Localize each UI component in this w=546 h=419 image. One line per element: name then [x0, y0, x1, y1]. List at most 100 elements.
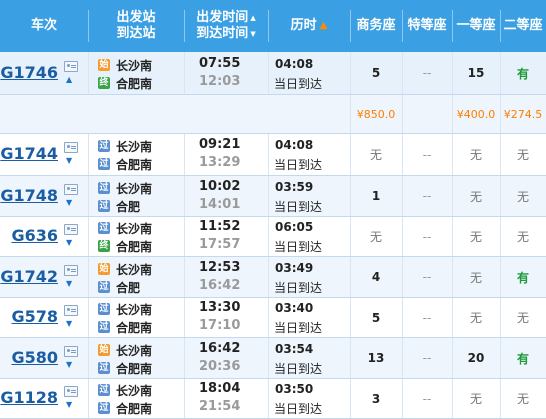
duration: 06:05 [275, 220, 314, 234]
same-day-arrival: 当日到达 [274, 361, 323, 376]
train-number-link[interactable]: G1744 [0, 144, 58, 163]
departure-station[interactable]: 长沙南 [116, 180, 152, 197]
duration: 04:08 [275, 56, 314, 71]
origin-tag-badge: 过 [98, 140, 110, 152]
header-time-sort[interactable]: 出发时间 ▲ 到达时间 ▼ [184, 0, 268, 52]
origin-tag-badge: 过 [98, 222, 110, 234]
seat-second[interactable]: 有 [500, 338, 546, 378]
train-row[interactable]: G636 ▼ 过长沙南终合肥南 11:52 17:57 06:05 当日到达无 -- 无无 [0, 217, 546, 257]
arrival-station[interactable]: 合肥南 [116, 75, 152, 92]
arrival-station[interactable]: 合肥南 [116, 360, 152, 377]
seat-business[interactable]: 无 [350, 134, 402, 175]
seat-first[interactable]: 20 [452, 338, 500, 378]
departure-time: 16:42 [199, 340, 241, 356]
same-day-arrival: 当日到达 [274, 199, 323, 214]
destination-tag-badge: 过 [98, 321, 110, 333]
seat-premium[interactable]: -- [402, 338, 452, 378]
arrival-time: 17:57 [199, 237, 241, 252]
arrival-time: 17:10 [199, 318, 241, 333]
seat-premium[interactable]: -- [402, 298, 452, 337]
sort-desc-icon[interactable]: ▼ [250, 30, 255, 38]
seat-second[interactable]: 无 [500, 217, 546, 256]
same-day-arrival: 当日到达 [274, 321, 323, 335]
train-row[interactable]: G1742 ▼ 始长沙南过合肥 12:53 16:42 03:49 当日到达 4 -- 无有 [0, 257, 546, 298]
seat-premium[interactable]: -- [402, 52, 452, 94]
seat-second[interactable]: 无 [500, 379, 546, 418]
train-row[interactable]: G580 ▼ 始长沙南过合肥南 16:42 20:36 03:54 当日到达 13 -- 20 有 [0, 338, 546, 379]
train-row[interactable]: G578 ▼ 过长沙南过合肥南 13:30 17:10 03:40 当日到达 5 -- 无无 [0, 298, 546, 338]
train-info-icon[interactable] [64, 264, 78, 276]
seat-premium[interactable]: -- [402, 379, 452, 418]
train-info-icon[interactable] [64, 345, 78, 357]
train-number-link[interactable]: G1742 [0, 267, 58, 286]
departure-time: 12:53 [199, 259, 241, 275]
train-row[interactable]: G1744 ▼ 过长沙南过合肥南 09:21 13:29 04:08 当日到达无 -- 无无 [0, 134, 546, 176]
train-number-link[interactable]: G580 [11, 348, 58, 367]
departure-station[interactable]: 长沙南 [116, 57, 152, 74]
sort-up-icon[interactable]: ▲ [320, 18, 328, 34]
arrival-station[interactable]: 合肥南 [116, 238, 152, 255]
seat-second[interactable]: 无 [500, 134, 546, 175]
train-info-icon[interactable] [64, 60, 78, 72]
seat-second[interactable]: 有 [500, 257, 546, 297]
departure-station[interactable]: 长沙南 [116, 301, 152, 318]
expand-stops-arrow-icon[interactable]: ▼ [66, 238, 72, 247]
seat-business[interactable]: 无 [350, 217, 402, 256]
expand-stops-arrow-icon[interactable]: ▼ [66, 156, 72, 165]
train-info-icon[interactable] [64, 386, 78, 397]
seat-first[interactable]: 无 [452, 134, 500, 175]
departure-station[interactable]: 长沙南 [116, 382, 152, 399]
train-info-icon[interactable] [64, 305, 78, 316]
train-row[interactable]: G1746 ▲ 始长沙南终合肥南 07:55 12:03 04:08 当日到达 5 -- 15 有 [0, 52, 546, 95]
header-duration-sort[interactable]: 历时 ▲ [268, 0, 350, 52]
arrival-station[interactable]: 合肥南 [116, 156, 152, 173]
train-info-icon[interactable] [64, 183, 78, 195]
duration: 03:59 [275, 179, 314, 194]
expand-stops-arrow-icon[interactable]: ▼ [66, 360, 72, 369]
same-day-arrival: 当日到达 [274, 280, 323, 295]
seat-business[interactable]: 1 [350, 176, 402, 216]
train-number-link[interactable]: G1128 [0, 388, 58, 407]
train-number-link[interactable]: G1748 [0, 186, 58, 205]
departure-station[interactable]: 长沙南 [116, 342, 152, 359]
train-number-link[interactable]: G1746 [0, 63, 58, 82]
seat-premium[interactable]: -- [402, 217, 452, 256]
seat-first[interactable]: 无 [452, 176, 500, 216]
seat-second[interactable]: 有 [500, 52, 546, 94]
expand-stops-arrow-icon[interactable]: ▲ [66, 75, 72, 84]
seat-first[interactable]: 无 [452, 298, 500, 337]
seat-first[interactable]: 15 [452, 52, 500, 94]
seat-business[interactable]: 3 [350, 379, 402, 418]
expand-stops-arrow-icon[interactable]: ▼ [66, 319, 72, 328]
departure-station[interactable]: 长沙南 [116, 261, 152, 278]
sort-asc-icon[interactable]: ▲ [250, 14, 255, 22]
departure-station[interactable]: 长沙南 [116, 138, 152, 155]
seat-second[interactable]: 无 [500, 298, 546, 337]
departure-time: 11:52 [199, 219, 241, 234]
seat-business[interactable]: 13 [350, 338, 402, 378]
arrival-station[interactable]: 合肥南 [116, 319, 152, 336]
train-number-link[interactable]: G578 [11, 307, 58, 326]
train-row[interactable]: G1128 ▼ 过长沙南过合肥南 18:04 21:54 03:50 当日到达 3 -- 无无 [0, 379, 546, 419]
seat-business[interactable]: 5 [350, 52, 402, 94]
arrival-station[interactable]: 合肥 [116, 198, 140, 215]
expand-stops-arrow-icon[interactable]: ▼ [66, 198, 72, 207]
seat-premium[interactable]: -- [402, 257, 452, 297]
train-info-icon[interactable] [64, 224, 78, 235]
train-row[interactable]: G1748 ▼ 过长沙南过合肥 10:02 14:01 03:59 当日到达 1 -- 无无 [0, 176, 546, 217]
expand-stops-arrow-icon[interactable]: ▼ [66, 400, 72, 409]
arrival-station[interactable]: 合肥 [116, 279, 140, 296]
seat-premium[interactable]: -- [402, 176, 452, 216]
seat-business[interactable]: 4 [350, 257, 402, 297]
seat-second[interactable]: 无 [500, 176, 546, 216]
seat-business[interactable]: 5 [350, 298, 402, 337]
seat-first[interactable]: 无 [452, 217, 500, 256]
train-info-icon[interactable] [64, 142, 78, 153]
train-number-link[interactable]: G636 [11, 226, 58, 245]
seat-premium[interactable]: -- [402, 134, 452, 175]
arrival-station[interactable]: 合肥南 [116, 400, 152, 417]
seat-first[interactable]: 无 [452, 257, 500, 297]
expand-stops-arrow-icon[interactable]: ▼ [66, 279, 72, 288]
seat-first[interactable]: 无 [452, 379, 500, 418]
departure-station[interactable]: 长沙南 [116, 220, 152, 237]
